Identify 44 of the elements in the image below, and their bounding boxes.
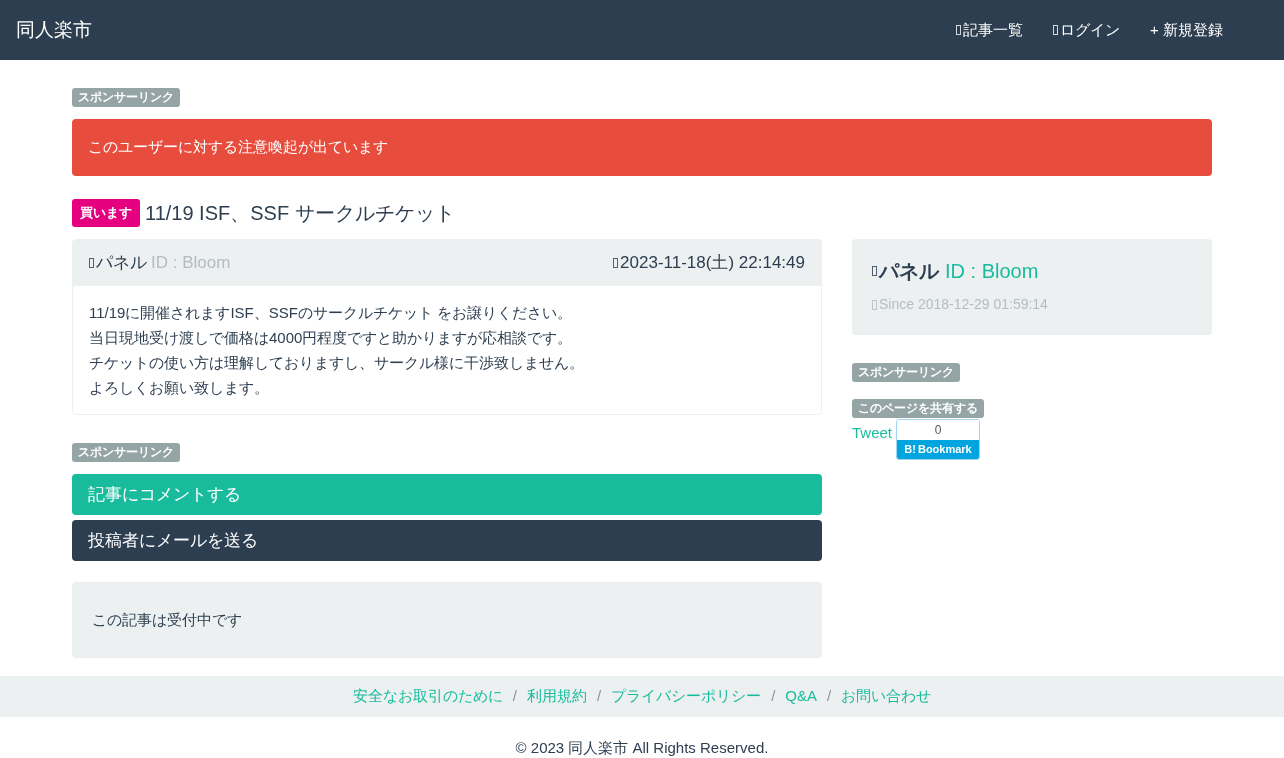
since-date: Since 2018-12-29 01:59:14: [879, 295, 1048, 314]
footer-link[interactable]: 安全なお取引のために: [352, 685, 503, 708]
profile-name: パネル: [879, 259, 939, 284]
nav-link[interactable]: 記事一覧: [956, 18, 1024, 42]
footer-link[interactable]: お問い合わせ: [841, 685, 932, 708]
action-button[interactable]: 記事にコメントする: [72, 474, 822, 515]
profile-id: ID : Bloom: [945, 259, 1039, 284]
action-button[interactable]: 投稿者にメールを送る: [72, 520, 822, 561]
footer-link[interactable]: Q&A: [785, 685, 817, 708]
sponsor-label: スポンサーリンク: [72, 443, 180, 462]
warning-alert: このユーザーに対する注意喚起が出ています: [72, 119, 1212, 176]
bookmark-logo: B!: [904, 442, 916, 458]
missing-glyph-icon: [1053, 25, 1059, 35]
bookmark-widget[interactable]: 0 B! Bookmark: [896, 419, 981, 460]
missing-glyph-icon: [872, 266, 877, 276]
breadcrumb-separator: /: [827, 686, 832, 707]
nav-link[interactable]: + 新規登録: [1150, 18, 1223, 42]
post-body-line: 11/19に開催されますISF、SSFのサークルチケット をお譲りください。: [89, 303, 574, 323]
post-title: 11/19 ISF、SSF サークルチケット: [145, 201, 455, 226]
share-label: このページを共有する: [852, 399, 984, 418]
author-name: パネル: [96, 252, 147, 275]
missing-glyph-icon: [89, 258, 94, 268]
missing-glyph-icon: [613, 258, 619, 268]
tweet-link[interactable]: Tweet: [852, 422, 893, 445]
breadcrumb-separator: /: [771, 686, 776, 707]
brand-link[interactable]: 同人楽市: [16, 15, 92, 45]
breadcrumb-separator: /: [597, 686, 602, 707]
sponsor-label: スポンサーリンク: [852, 363, 960, 382]
missing-glyph-icon: [872, 299, 877, 310]
post-body-line: チケットの使い方は理解しておりますし、サークル様に干渉致しません。: [89, 353, 585, 373]
post-body-line: 当日現地受け渡しで価格は4000円程度ですと助かりますが応相談です。: [89, 328, 574, 348]
status-text: この記事は受付中です: [92, 609, 242, 630]
post-date: 2023-11-18(土) 22:14:49: [620, 252, 805, 275]
bookmark-label: Bookmark: [917, 442, 972, 458]
footer-link[interactable]: プライバシーポリシー: [611, 685, 762, 708]
nav-link[interactable]: ログイン: [1053, 18, 1121, 42]
footer-link[interactable]: 利用規約: [527, 685, 587, 708]
copyright-text: © 2023 同人楽市 All Rights Reserved.: [514, 738, 770, 758]
buy-badge: 買います: [72, 199, 140, 227]
post-body-line: よろしくお願い致します。: [89, 378, 270, 398]
missing-glyph-icon: [956, 25, 962, 35]
breadcrumb-separator: /: [512, 686, 517, 707]
sponsor-label: スポンサーリンク: [72, 88, 180, 107]
author-id: ID : Bloom: [151, 252, 231, 275]
